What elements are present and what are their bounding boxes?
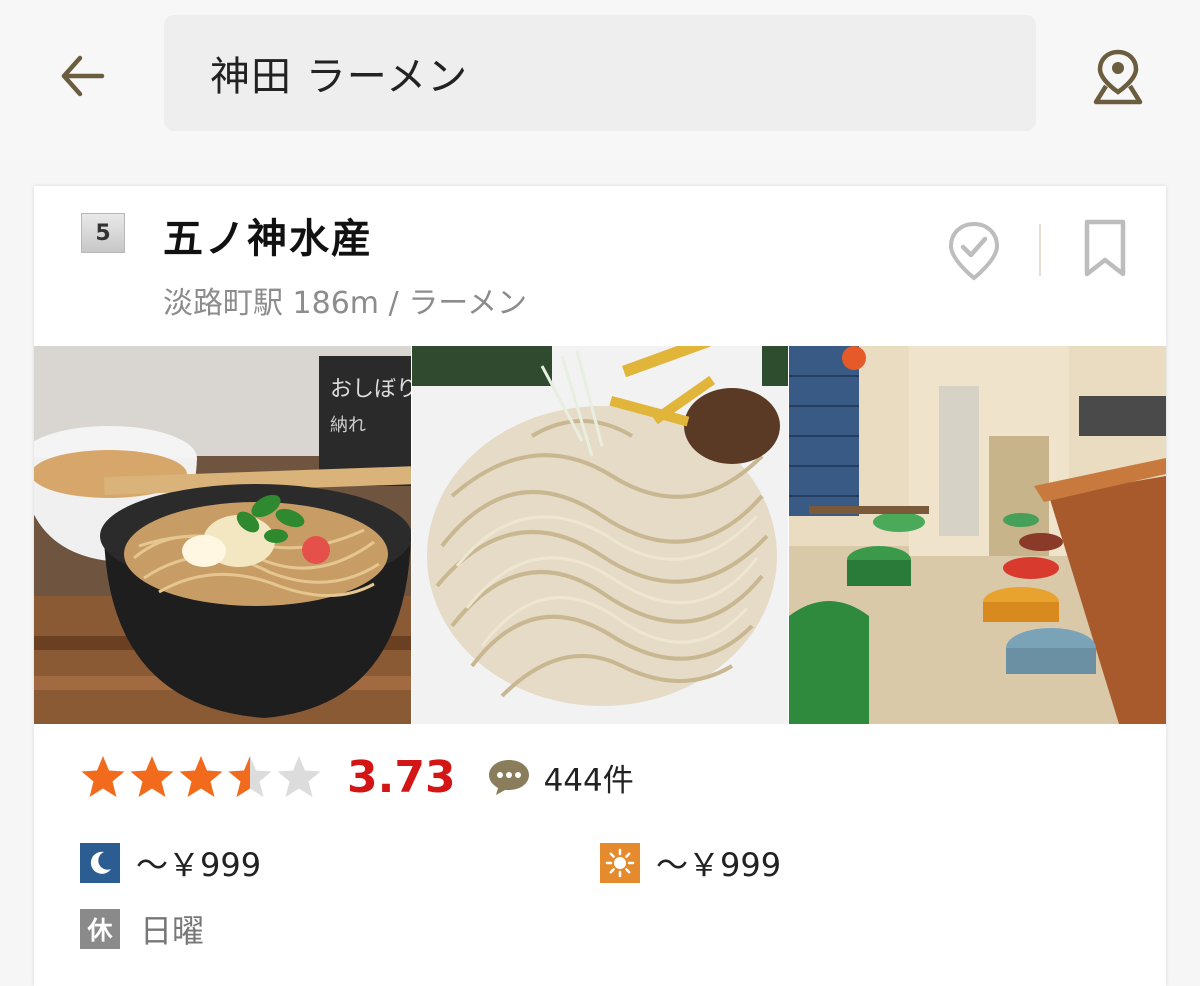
svg-text:おしぼり: おしぼり: [330, 377, 411, 402]
back-button[interactable]: [52, 46, 112, 106]
speech-bubble-icon: [488, 760, 529, 795]
dinner-price: ～￥999: [136, 846, 262, 884]
lunch-price-row: ～￥999: [600, 840, 781, 886]
station-genre-text: 淡路町駅 186m / ラーメン: [163, 286, 527, 321]
review-count: 444件: [543, 762, 634, 799]
closed-days-row: 休 日曜: [80, 906, 204, 952]
search-query-text: 神田 ラーメン: [210, 54, 469, 100]
star-full-icon: [81, 756, 125, 797]
reviews-link[interactable]: 444件: [486, 755, 634, 800]
app-header: 神田 ラーメン: [0, 0, 1200, 160]
map-button[interactable]: [1085, 44, 1151, 110]
noodles-closeup-photo[interactable]: [411, 346, 789, 724]
star-full-icon: [179, 756, 223, 797]
star-empty-icon: [277, 756, 321, 797]
closed-days: 日曜: [140, 912, 205, 950]
bookmark-button[interactable]: [1082, 218, 1128, 280]
photo-strip: おしぼり 納れ: [34, 346, 1167, 724]
search-input[interactable]: 神田 ラーメン: [164, 15, 1036, 131]
star-full-icon: [130, 756, 174, 797]
rank-badge: 5: [81, 213, 125, 253]
closed-badge: 休: [80, 909, 120, 949]
sun-icon: [600, 843, 640, 883]
arrow-left-icon: [61, 55, 105, 97]
rating-score: 3.73: [347, 751, 456, 803]
star-rating: [80, 754, 325, 800]
bookmark-icon: [1084, 219, 1126, 277]
map-pin-icon: [1093, 49, 1143, 105]
interior-photo[interactable]: [789, 346, 1167, 724]
dinner-price-row: ～￥999: [80, 840, 261, 886]
rating-row: 3.73 444件: [80, 751, 634, 803]
restaurant-name[interactable]: 五ノ神水産: [163, 206, 373, 264]
star-half-icon: [228, 756, 272, 797]
restaurant-card[interactable]: 5 五ノ神水産 淡路町駅 186m / ラーメン おしぼり 納れ 3.73 44…: [34, 186, 1167, 986]
tsukemen-photo[interactable]: おしぼり 納れ: [34, 346, 411, 724]
action-divider: [1039, 224, 1041, 276]
svg-text:納れ: 納れ: [330, 415, 366, 436]
visited-button[interactable]: [946, 220, 1002, 282]
check-pin-icon: [948, 221, 1000, 281]
lunch-price: ～￥999: [656, 846, 782, 884]
moon-icon: [80, 843, 120, 883]
